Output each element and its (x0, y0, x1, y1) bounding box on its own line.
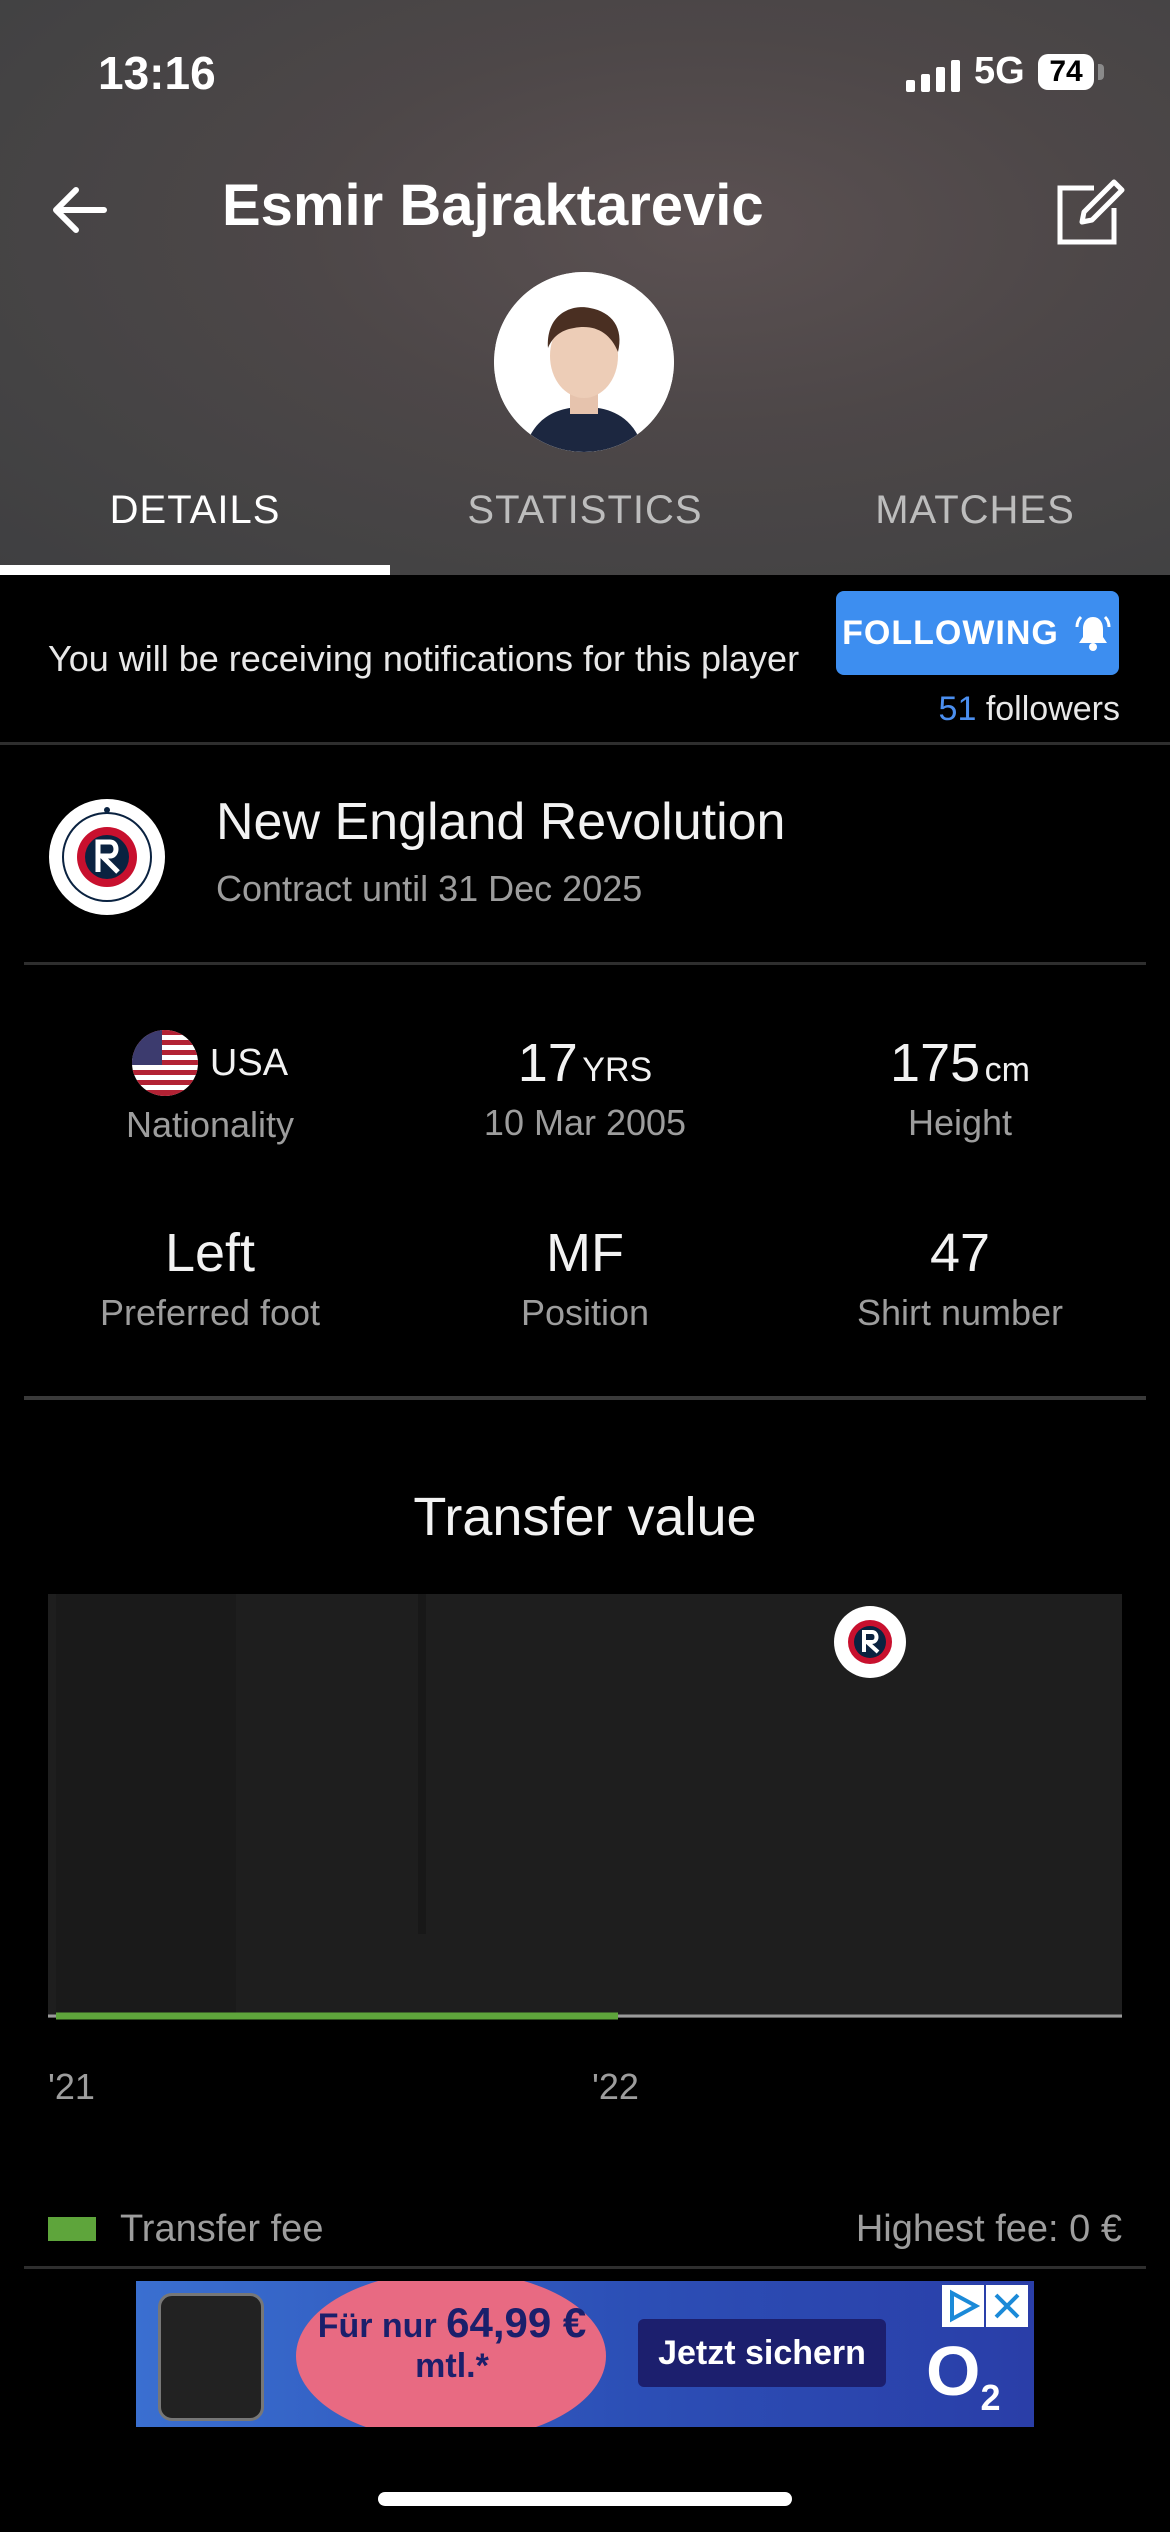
club-logo[interactable] (48, 798, 166, 916)
chart-axis-extension (48, 1934, 1122, 2020)
ad-brand-letter: O (926, 2332, 981, 2410)
notification-text: You will be receiving notifications for … (48, 638, 800, 679)
followers-count: 51 followers (939, 690, 1120, 729)
player-name: Esmir Bajraktarevic (222, 173, 764, 238)
foot-value: Left (164, 1223, 256, 1283)
ad-price-prefix: Für nur (317, 2307, 437, 2345)
divider (24, 2266, 1146, 2269)
highest-fee: Highest fee: 0 € (855, 2208, 1122, 2250)
ad-brand-logo: O2 (926, 2331, 1000, 2419)
divider (0, 742, 1170, 745)
signal-icon (906, 58, 960, 92)
transfer-title: Transfer value (413, 1487, 757, 1547)
divider (24, 962, 1146, 965)
status-time: 13:16 (98, 47, 216, 99)
x-tick-label: '21 (48, 2066, 95, 2107)
ad-banner[interactable]: Für nur 64,99 € mtl.* Jetzt sichern O2 (136, 2281, 1034, 2427)
tab-matches[interactable]: MATCHES (780, 470, 1170, 575)
chart-band (56, 1594, 236, 1934)
ad-price-suffix: mtl.* (415, 2347, 489, 2385)
nationality-label: Nationality (125, 1104, 295, 1145)
legend-label: Transfer fee (120, 2208, 324, 2250)
ad-close-icon[interactable] (986, 2285, 1028, 2327)
player-header: 13:16 5G 74 Esmir Bajraktarevic DETAILS … (0, 0, 1170, 575)
stat-height: 175 cm Height (770, 1032, 1150, 1144)
ad-price-amount: 64,99 € (446, 2299, 587, 2346)
age-value: 17 (517, 1033, 578, 1093)
tab-statistics[interactable]: STATISTICS (390, 470, 780, 575)
stat-age: 17 YRS 10 Mar 2005 (395, 1032, 775, 1144)
following-label: FOLLOWING (842, 613, 1059, 652)
ad-brand-sub: 2 (980, 2377, 1001, 2418)
club-marker-icon[interactable] (834, 1606, 906, 1678)
usa-flag-icon (131, 1030, 198, 1096)
edit-button[interactable] (1050, 172, 1130, 252)
following-button[interactable]: FOLLOWING (836, 591, 1119, 675)
arrow-left-icon (53, 187, 107, 233)
age-unit: YRS (582, 1051, 653, 1089)
battery-icon: 74 (1038, 54, 1094, 90)
x-tick-label: '22 (592, 2066, 639, 2107)
ad-choices-icon[interactable] (942, 2285, 984, 2327)
divider (24, 1396, 1146, 1400)
player-avatar (494, 272, 674, 452)
legend-swatch (48, 2217, 96, 2241)
club-name[interactable]: New England Revolution (216, 792, 785, 852)
stat-position: MF Position (395, 1222, 775, 1334)
battery-tip (1098, 64, 1104, 80)
bell-icon (1075, 615, 1111, 651)
club-contract: Contract until 31 Dec 2025 (216, 868, 643, 909)
network-type: 5G (974, 50, 1025, 92)
phone-image (158, 2293, 264, 2421)
transfer-chart (48, 1594, 1122, 1934)
ad-price: Für nur 64,99 € mtl.* (312, 2299, 592, 2386)
edit-icon (1057, 179, 1125, 245)
foot-label: Preferred foot (99, 1292, 321, 1333)
chart-band (418, 1594, 426, 1934)
birth-date: 10 Mar 2005 (483, 1102, 687, 1143)
position-label: Position (520, 1292, 650, 1333)
stat-shirt: 47 Shirt number (770, 1222, 1150, 1334)
height-unit: cm (984, 1051, 1030, 1089)
position-value: MF (546, 1223, 624, 1283)
height-label: Height (907, 1102, 1013, 1143)
nationality-value: USA (209, 1041, 289, 1084)
back-button[interactable] (40, 170, 120, 250)
stat-foot: Left Preferred foot (20, 1222, 400, 1334)
followers-label: followers (985, 690, 1120, 728)
height-value: 175 (890, 1033, 981, 1093)
stat-nationality: USA Nationality (20, 1030, 400, 1146)
shirt-value: 47 (929, 1223, 991, 1283)
followers-number: 51 (938, 690, 977, 728)
home-indicator[interactable] (378, 2492, 792, 2506)
tab-details[interactable]: DETAILS (0, 470, 390, 575)
ad-cta-button[interactable]: Jetzt sichern (638, 2319, 886, 2387)
tab-bar: DETAILS STATISTICS MATCHES (0, 470, 1170, 575)
shirt-label: Shirt number (856, 1292, 1064, 1333)
